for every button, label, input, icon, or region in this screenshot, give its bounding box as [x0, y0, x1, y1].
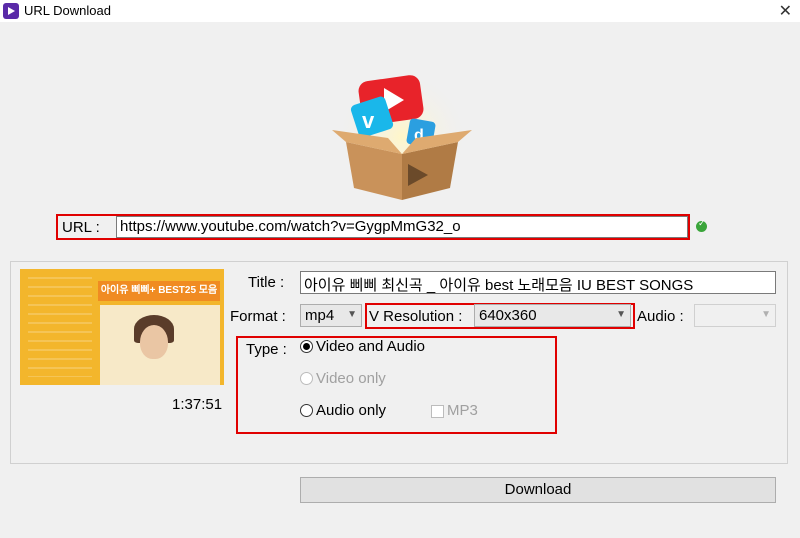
video-duration: 1:37:51: [172, 396, 223, 413]
option-video-and-audio-label: Video and Audio: [316, 338, 425, 355]
option-video-only-label: Video only: [316, 370, 386, 387]
status-ok-icon: [696, 218, 707, 232]
svg-text:v: v: [362, 108, 375, 133]
format-label: Format :: [230, 308, 286, 325]
video-download-logo: v d: [332, 62, 472, 200]
audio-label: Audio :: [637, 308, 684, 325]
mp3-label: MP3: [447, 402, 478, 419]
v-resolution-label: V Resolution :: [369, 308, 463, 325]
thumbnail-face: [140, 325, 168, 359]
audio-select[interactable]: ▼: [694, 304, 776, 327]
thumbnail-photo: [100, 305, 220, 385]
video-thumbnail: 아이유 삐삐+ BEST25 모음: [20, 269, 224, 385]
v-resolution-value: 640x360: [479, 307, 537, 324]
radio-video-only[interactable]: [300, 372, 313, 385]
title-input[interactable]: 아이유 삐삐 최신곡 _ 아이유 best 노래모음 IU BEST SONGS: [300, 271, 776, 294]
window-title: URL Download: [24, 3, 111, 18]
format-value: mp4: [305, 307, 335, 324]
type-label: Type :: [246, 341, 287, 358]
radio-audio-only[interactable]: [300, 404, 313, 417]
url-input[interactable]: https://www.youtube.com/watch?v=GygpMmG3…: [116, 216, 688, 238]
chevron-down-icon: ▼: [347, 309, 357, 320]
url-label: URL :: [62, 219, 100, 236]
radio-video-and-audio[interactable]: [300, 340, 313, 353]
chevron-down-icon: ▼: [616, 309, 626, 320]
close-icon[interactable]: ✕: [779, 1, 792, 21]
thumbnail-banner: 아이유 삐삐+ BEST25 모음: [98, 281, 220, 301]
title-bar: URL Download ✕: [0, 0, 800, 22]
option-audio-only-label: Audio only: [316, 402, 387, 419]
app-icon: [3, 3, 19, 19]
v-resolution-select[interactable]: 640x360 ▼: [474, 304, 631, 327]
mp3-checkbox[interactable]: [431, 405, 444, 418]
format-select[interactable]: mp4 ▼: [300, 304, 362, 327]
title-label: Title :: [248, 274, 285, 291]
thumbnail-tracklist: [28, 277, 92, 377]
chevron-down-icon: ▼: [761, 309, 771, 320]
download-button[interactable]: Download: [300, 477, 776, 503]
